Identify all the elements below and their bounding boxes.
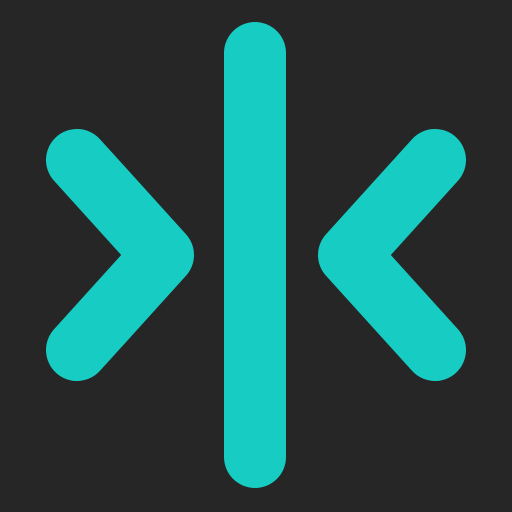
collapse-horizontal-icon — [0, 0, 512, 512]
app-icon — [0, 0, 512, 512]
